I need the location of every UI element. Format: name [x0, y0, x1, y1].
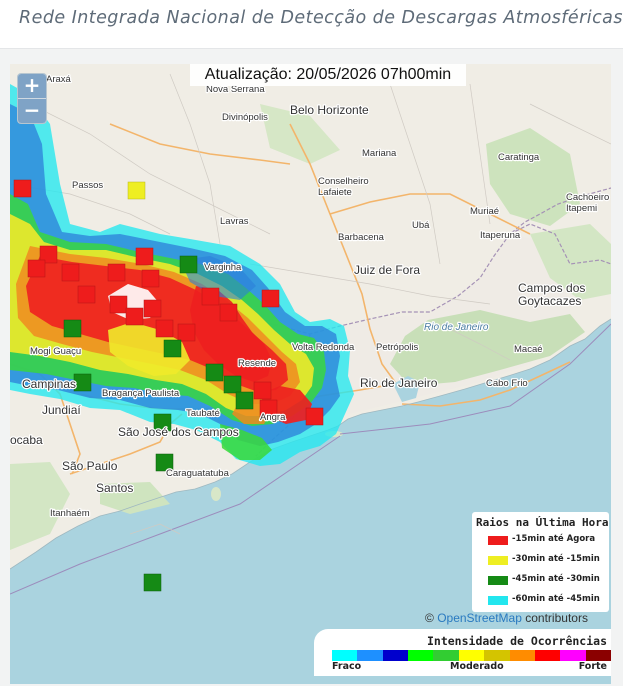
place-label: Rio de Janeiro: [424, 322, 489, 333]
place-label: Divinópolis: [222, 112, 268, 123]
strike-marker: [63, 319, 82, 338]
update-timestamp: Atualização: 20/05/2026 07h00min: [190, 64, 466, 86]
zoom-out-button[interactable]: −: [18, 98, 46, 123]
intensity-color-step: [408, 650, 434, 661]
intensity-high-label: Forte: [578, 661, 607, 672]
legend-item-label: -60min até -45min: [512, 594, 600, 604]
intensity-low-label: Fraco: [332, 661, 362, 672]
intensity-color-scale: [332, 650, 611, 661]
place-label: Itanhaém: [50, 508, 90, 519]
place-label: Itaperuna: [480, 230, 521, 241]
intensity-title: Intensidade de Ocorrências: [426, 634, 607, 648]
place-label: Mariana: [362, 148, 397, 159]
intensity-color-step: [458, 650, 485, 661]
lightning-legend: Raios na Última Hora -15min até Agora -3…: [472, 512, 609, 612]
place-label: Lavras: [220, 216, 249, 227]
ilhabela: [211, 487, 221, 501]
zoom-in-button[interactable]: +: [18, 74, 46, 98]
attribution-suffix: contributors: [525, 611, 588, 625]
place-label: Araxá: [46, 74, 72, 85]
strike-marker: [143, 573, 162, 592]
strike-marker: [13, 179, 32, 198]
openstreetmap-link[interactable]: OpenStreetMap: [437, 611, 522, 625]
place-label: Belo Horizonte: [290, 103, 369, 117]
place-label: Caraguatatuba: [166, 468, 230, 479]
strike-marker: [143, 299, 162, 318]
legend-title: Raios na Última Hora: [476, 516, 609, 529]
intensity-color-step: [560, 650, 586, 661]
legend-item-label: -45min até -30min: [512, 574, 600, 584]
intensity-color-step: [382, 650, 409, 661]
legend-swatch-cyan: [488, 596, 508, 605]
strike-marker: [253, 381, 272, 400]
place-label: Muriaé: [470, 206, 499, 217]
place-label: Rio de Janeiro: [360, 376, 438, 390]
strike-marker: [235, 391, 254, 410]
place-label: Cabo Frio: [486, 378, 528, 389]
place-label: Santos: [96, 481, 133, 495]
strike-marker: [223, 375, 242, 394]
legend-swatch-red: [488, 536, 508, 545]
strike-marker: [219, 303, 238, 322]
strike-marker: [163, 339, 182, 358]
place-label: Barbacena: [338, 232, 385, 243]
legend-swatch-green: [488, 576, 508, 585]
strike-marker: [127, 181, 146, 200]
intensity-color-step: [585, 650, 611, 661]
intensity-color-step: [433, 650, 459, 661]
app-header: Rede Integrada Nacional de Detecção de D…: [0, 0, 623, 49]
page-title: Rede Integrada Nacional de Detecção de D…: [19, 8, 623, 28]
strike-marker: [109, 295, 128, 314]
place-label: Petrópolis: [376, 342, 418, 353]
strike-marker: [107, 263, 126, 282]
strike-marker: [77, 285, 96, 304]
strike-marker: [305, 407, 324, 426]
intensity-color-step: [509, 650, 535, 661]
place-label: Campinas: [22, 377, 76, 391]
legend-item-label: -30min até -15min: [512, 554, 600, 564]
place-label: São Paulo: [62, 459, 118, 473]
strike-marker: [135, 247, 154, 266]
intensity-color-step: [484, 650, 510, 661]
place-label: Macaé: [514, 344, 543, 355]
intensity-color-step: [357, 650, 383, 661]
zoom-control: + −: [17, 73, 47, 124]
place-label: Bragança Paulista: [102, 388, 180, 399]
place-label: Ubá: [412, 220, 430, 231]
intensity-mid-label: Moderado: [450, 661, 504, 672]
legend-swatch-yellow: [488, 556, 508, 565]
strike-marker: [61, 263, 80, 282]
place-label: Passos: [72, 180, 103, 191]
strike-marker: [179, 255, 198, 274]
strike-marker: [125, 307, 144, 326]
legend-item-label: -15min até Agora: [512, 534, 596, 544]
intensity-color-step: [534, 650, 561, 661]
place-label: Mogi Guaçu: [30, 346, 81, 357]
strike-marker: [141, 269, 160, 288]
place-label: Caratinga: [498, 152, 540, 163]
place-label: ocaba: [10, 433, 43, 447]
place-label: São José dos Campos: [118, 425, 239, 439]
intensity-legend: Intensidade de Ocorrências Fraco Moderad…: [314, 629, 611, 676]
place-label: Volta Redonda: [292, 342, 355, 353]
place-label: Taubaté: [186, 408, 220, 419]
map-attribution: © OpenStreetMap contributors: [425, 611, 588, 625]
place-label: Varginha: [204, 262, 242, 273]
copyright-symbol: ©: [425, 611, 434, 625]
place-label: Campos dos Goytacazes: [518, 281, 585, 308]
place-label: Jundiaí: [42, 403, 81, 417]
place-label: Resende: [238, 358, 276, 369]
place-label: Angra: [260, 412, 286, 423]
strike-marker: [155, 319, 174, 338]
place-label: Juiz de Fora: [354, 263, 420, 277]
strike-marker: [73, 373, 92, 392]
intensity-color-step: [332, 650, 358, 661]
strike-marker: [177, 323, 196, 342]
strike-marker: [27, 259, 46, 278]
strike-marker: [201, 287, 220, 306]
strike-marker: [261, 289, 280, 308]
strike-marker: [205, 363, 224, 382]
